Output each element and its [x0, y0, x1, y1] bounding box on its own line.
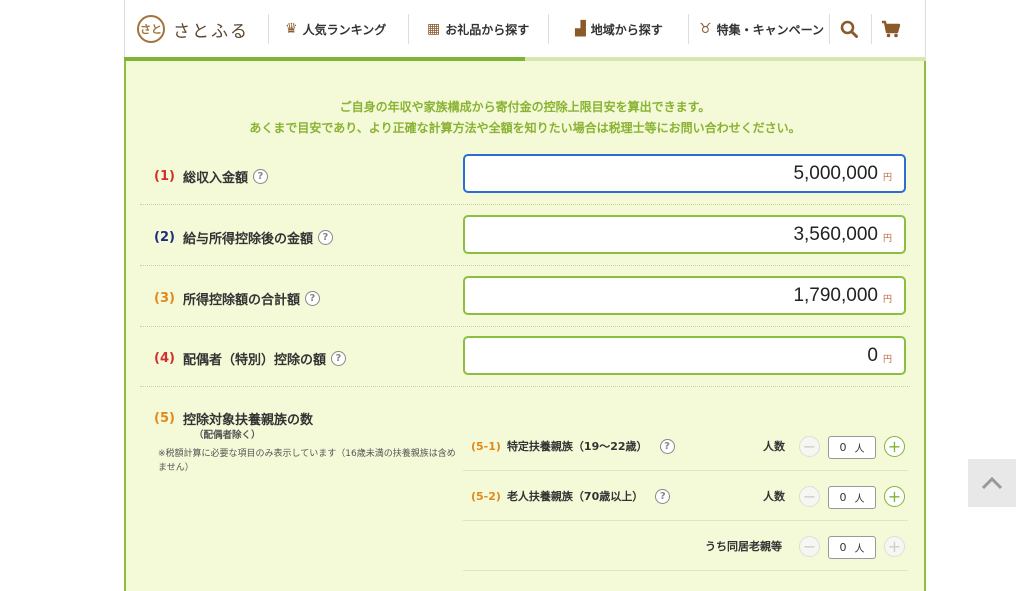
- count-field[interactable]: 0 人: [828, 486, 876, 509]
- dependent-label-text: 特定扶養親族（19〜22歳）: [506, 440, 648, 453]
- scroll-to-top-button[interactable]: [968, 459, 1016, 507]
- salary-income-input[interactable]: 3,560,000 円: [463, 215, 906, 254]
- count-label: 人数: [763, 440, 785, 453]
- search-icon: [840, 20, 858, 38]
- yen-unit: 円: [882, 295, 892, 305]
- row-label: (2) 給与所得控除後の金額 ?: [154, 228, 333, 247]
- row-number: (3): [154, 291, 175, 306]
- intro-line-1: ご自身の年収や家族構成から寄付金の控除上限目安を算出できます。: [339, 100, 711, 114]
- dependents-sublabel: （配偶者除く）: [194, 430, 261, 441]
- row-spouse-deduction: (4) 配偶者（特別）控除の額 ? 0 円: [140, 327, 910, 387]
- dependent-row-specific: (5-1) 特定扶養親族（19〜22歳） ? 人数 − 0 人 +: [463, 421, 908, 471]
- decrement-button[interactable]: −: [799, 536, 820, 557]
- row-label-text: 給与所得控除後の金額: [182, 232, 313, 247]
- calculator-intro: ご自身の年収や家族構成から寄付金の控除上限目安を算出できます。 あくまで目安であ…: [126, 97, 924, 139]
- yen-unit: 円: [882, 234, 892, 244]
- deduction-calculator-panel: ご自身の年収や家族構成から寄付金の控除上限目安を算出できます。 あくまで目安であ…: [124, 61, 926, 591]
- row-label: (3) 所得控除額の合計額 ?: [154, 289, 320, 308]
- dependents-heading: (5) 控除対象扶養親族の数: [154, 409, 313, 428]
- row-number: (4): [154, 351, 175, 366]
- income-deductions-input[interactable]: 1,790,000 円: [463, 276, 906, 315]
- row-label-text: 配偶者（特別）控除の額: [182, 353, 326, 368]
- nav-separator: [829, 14, 830, 44]
- cart-button[interactable]: [874, 13, 908, 45]
- nav-separator: [871, 14, 872, 44]
- nav-ranking-label: 人気ランキング: [302, 22, 387, 37]
- site-header: さと さとふる ♛ 人気ランキング ▦ お礼品から探す ▟ 地域から探す ♉ 特…: [124, 0, 926, 58]
- row-label-text: 総収入金額: [182, 171, 248, 186]
- count-unit: 人: [854, 494, 865, 505]
- count-label: うち同居老親等: [705, 540, 782, 553]
- amount-value: 5,000,000: [793, 162, 878, 184]
- help-icon[interactable]: ?: [655, 488, 671, 504]
- help-icon[interactable]: ?: [317, 230, 333, 245]
- spouse-deduction-input[interactable]: 0 円: [463, 336, 906, 375]
- row-label-text: 所得控除額の合計額: [182, 293, 300, 308]
- dependent-number: (5-2): [471, 489, 501, 503]
- dependent-row-elderly: (5-2) 老人扶養親族（70歳以上） ? 人数 − 0 人 +: [463, 471, 908, 521]
- help-icon[interactable]: ?: [659, 438, 675, 454]
- nav-campaign-label: 特集・キャンペーン: [716, 22, 824, 37]
- nav-separator: [408, 14, 409, 44]
- logo-mark: さと: [137, 15, 165, 43]
- nav-separator: [548, 14, 549, 44]
- nav-separator: [688, 14, 689, 44]
- map-pin-icon: ▟: [575, 21, 586, 37]
- total-income-input[interactable]: 5,000,000 円: [463, 154, 906, 193]
- dependents-note: ※税額計算に必要な項目のみ表示しています（16歳未満の扶養親族は含めません）: [158, 449, 456, 473]
- row-income-deductions: (3) 所得控除額の合計額 ? 1,790,000 円: [140, 266, 910, 327]
- increment-button[interactable]: +: [884, 486, 905, 507]
- dependent-label: (5-1) 特定扶養親族（19〜22歳） ?: [471, 438, 675, 454]
- count-value: 0: [839, 541, 847, 554]
- nav-campaign[interactable]: ♉ 特集・キャンペーン: [699, 0, 824, 58]
- gift-icon: ▦: [427, 21, 441, 37]
- row-number: (1): [154, 169, 175, 184]
- help-icon[interactable]: ?: [330, 351, 346, 366]
- intro-line-2: あくまで目安であり、より正確な計算方法や全額を知りたい場合は税理士等にお問い合わ…: [249, 121, 801, 135]
- search-button[interactable]: [832, 13, 866, 45]
- nav-gifts[interactable]: ▦ お礼品から探す: [427, 0, 529, 58]
- row-label: (1) 総収入金額 ?: [154, 167, 268, 186]
- site-logo[interactable]: さと さとふる: [137, 13, 249, 45]
- cart-icon: [882, 20, 901, 38]
- count-field[interactable]: 0 人: [828, 536, 876, 559]
- dependents-label: 控除対象扶養親族の数: [182, 413, 313, 428]
- row-salary-income: (2) 給与所得控除後の金額 ? 3,560,000 円: [140, 205, 910, 266]
- count-unit: 人: [854, 444, 865, 455]
- yen-unit: 円: [882, 173, 892, 183]
- nav-ranking[interactable]: ♛ 人気ランキング: [285, 0, 386, 58]
- row-total-income: (1) 総収入金額 ? 5,000,000 円: [140, 153, 910, 205]
- dependent-number: (5-1): [471, 439, 501, 453]
- increment-button[interactable]: +: [884, 436, 905, 457]
- logo-text: さとふる: [173, 21, 249, 42]
- count-label: 人数: [763, 490, 785, 503]
- decrement-button[interactable]: −: [799, 436, 820, 457]
- decrement-button[interactable]: −: [799, 486, 820, 507]
- help-icon[interactable]: ?: [304, 291, 320, 306]
- row-number: (2): [154, 230, 175, 245]
- crown-icon: ♛: [285, 21, 298, 37]
- medal-icon: ♉: [699, 21, 712, 37]
- count-value: 0: [839, 491, 847, 504]
- yen-unit: 円: [882, 355, 892, 365]
- dependent-row-cohabiting: うち同居老親等 − 0 人 +: [463, 521, 908, 571]
- increment-button[interactable]: +: [884, 536, 905, 557]
- amount-value: 0: [867, 344, 878, 366]
- row-label: (4) 配偶者（特別）控除の額 ?: [154, 349, 346, 368]
- count-unit: 人: [854, 544, 865, 555]
- help-icon[interactable]: ?: [252, 169, 268, 184]
- row-number: (5): [154, 411, 175, 426]
- dependent-label-text: 老人扶養親族（70歳以上）: [506, 490, 644, 503]
- amount-value: 1,790,000: [793, 284, 878, 306]
- nav-gifts-label: お礼品から探す: [445, 22, 530, 37]
- count-field[interactable]: 0 人: [828, 436, 876, 459]
- amount-value: 3,560,000: [793, 223, 878, 245]
- nav-separator: [268, 14, 269, 44]
- nav-region[interactable]: ▟ 地域から探す: [575, 0, 663, 58]
- dependent-label: (5-2) 老人扶養親族（70歳以上） ?: [471, 488, 671, 504]
- nav-region-label: 地域から探す: [590, 22, 663, 37]
- count-value: 0: [839, 441, 847, 454]
- chevron-up-icon: [981, 476, 1003, 490]
